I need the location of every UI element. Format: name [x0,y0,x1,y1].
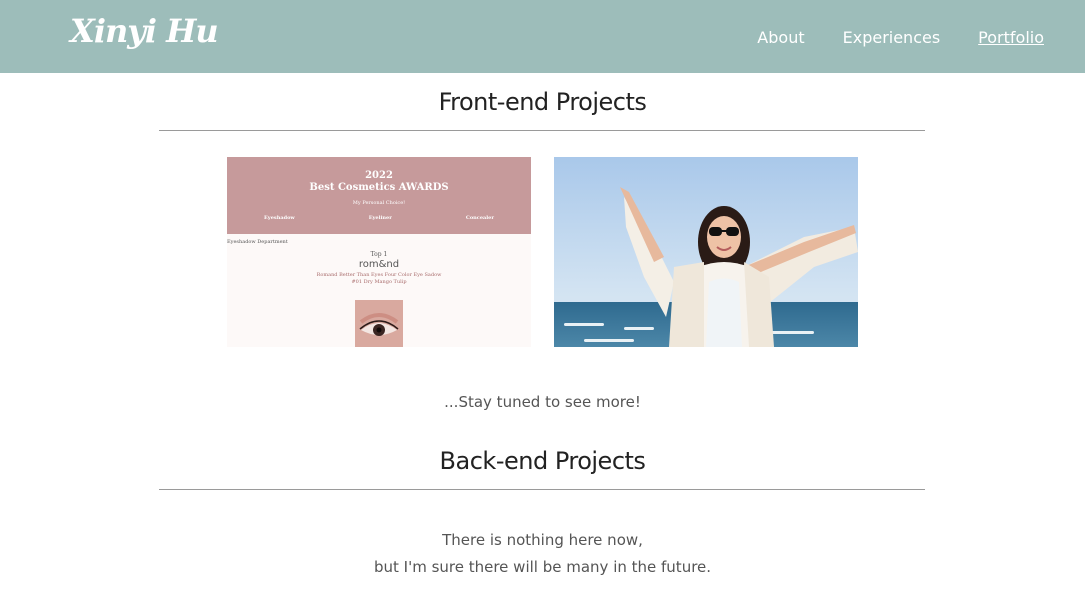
cosmetics-tab-eyeliner: Eyeliner [368,215,392,221]
cosmetics-tab-concealer: Concealer [465,215,494,221]
cosmetics-year: 2022 [365,170,393,181]
site-logo[interactable]: Xinyi Hu [70,12,219,50]
frontend-section-title: Front-end Projects [438,88,647,116]
cosmetics-subheading: My Personal Choice! [352,200,406,206]
eye-makeup-image [355,300,403,347]
nav-link-experiences[interactable]: Experiences [843,28,941,47]
project-thumbnail-cosmetics-awards[interactable]: 2022 Best Cosmetics AWARDS My Personal C… [227,157,531,347]
top-navbar: Xinyi Hu About Experiences Portfolio [0,0,1085,73]
nav-links: About Experiences Portfolio [757,28,1044,47]
cosmetics-heading: Best Cosmetics AWARDS [309,182,449,193]
cosmetics-rank: Top 1 [370,251,388,258]
cosmetics-header-banner: 2022 Best Cosmetics AWARDS My Personal C… [227,157,531,234]
backend-empty-message-line2: but I'm sure there will be many in the f… [373,558,712,576]
cosmetics-product-shade: #01 Dry Mango Tulip [351,279,407,285]
project-thumbnail-beach-photo[interactable] [554,157,858,347]
cosmetics-product: Romand Better Than Eyes Four Color Eye S… [227,272,531,286]
cosmetics-tabs: Eyeshadow Eyeliner Concealer [227,215,531,221]
cosmetics-body: Eyeshadow Department Top 1 rom&nd Romand… [227,234,531,347]
cosmetics-product-name: Romand Better Than Eyes Four Color Eye S… [316,272,442,278]
backend-empty-message-line1: There is nothing here now, [442,531,643,549]
stay-tuned-note: ...Stay tuned to see more! [444,393,641,411]
cosmetics-department: Eyeshadow Department [227,239,288,245]
cosmetics-brand: rom&nd [358,259,400,270]
frontend-divider [159,130,925,131]
nav-link-portfolio[interactable]: Portfolio [978,28,1044,47]
nav-link-about[interactable]: About [757,28,804,47]
cosmetics-tab-eyeshadow: Eyeshadow [263,215,295,221]
backend-divider [159,489,925,490]
backend-section-title: Back-end Projects [439,447,646,475]
woman-on-beach-illustration [620,187,858,347]
